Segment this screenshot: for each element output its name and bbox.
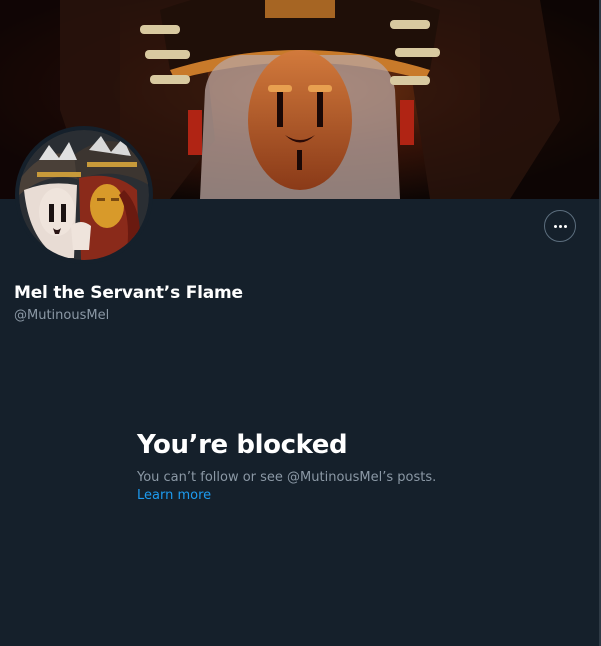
profile-handle: @MutinousMel [14,308,110,323]
blocked-title: You’re blocked [137,430,348,460]
profile-avatar[interactable] [15,126,153,264]
more-options-icon [553,224,567,228]
blocked-message: You can’t follow or see @MutinousMel’s p… [137,470,437,485]
learn-more-link[interactable]: Learn more [137,488,211,503]
profile-display-name: Mel the Servant’s Flame [14,283,243,303]
profile-page: Mel the Servant’s Flame @MutinousMel You… [0,0,601,646]
more-options-button[interactable] [544,210,576,242]
